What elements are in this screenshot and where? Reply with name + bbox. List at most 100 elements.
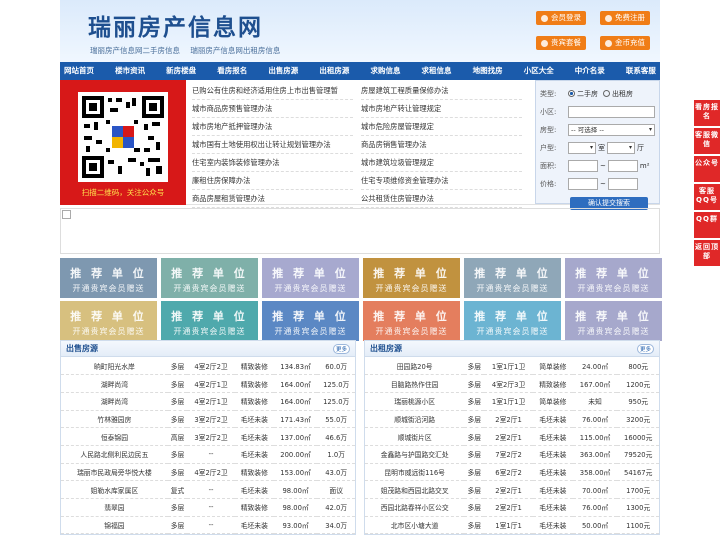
table-row[interactable]: 翡翠园 多层 -- 精致装修 98.00㎡ 42.0万: [61, 498, 355, 517]
site-logo[interactable]: 瑞丽房产信息网: [88, 8, 263, 42]
table-row[interactable]: 恒泰锦园 高层 3室2厅2卫 毛坯未装 137.00㎡ 46.6万: [61, 427, 355, 446]
recommended-unit-ad[interactable]: 推 荐 单 位开通贵宾会员赠送: [363, 258, 460, 298]
recommended-unit-ad[interactable]: 推 荐 单 位开通贵宾会员赠送: [60, 301, 157, 341]
recommended-unit-ad[interactable]: 推 荐 单 位开通贵宾会员赠送: [464, 301, 561, 341]
price-min-input[interactable]: [568, 178, 598, 190]
recommended-unit-ad[interactable]: 推 荐 单 位开通贵宾会员赠送: [363, 301, 460, 341]
table-cell[interactable]: 姐勒水库家属区: [61, 480, 168, 499]
recommended-unit-ad[interactable]: 推 荐 单 位开通贵宾会员赠送: [565, 301, 662, 341]
table-cell[interactable]: 北市区小塘大道: [365, 516, 465, 535]
policy-link[interactable]: 住宅专项维修资金管理办法: [361, 172, 522, 190]
policy-link[interactable]: 公共租赁住房管理办法: [361, 190, 522, 208]
policy-link[interactable]: 已购公有住房和经济适用住房上市出售管理暂: [192, 82, 353, 100]
policy-link[interactable]: 廉租住房保障办法: [192, 172, 353, 190]
table-cell[interactable]: 田园路20号: [365, 357, 465, 376]
side-qq-service[interactable]: 客服QQ号: [694, 184, 720, 210]
table-row[interactable]: 田园路20号 多层 1室1厅1卫 简单装修 24.00㎡ 800元: [365, 357, 659, 376]
nav-new-homes[interactable]: 新房楼盘: [166, 62, 196, 80]
policy-link[interactable]: 商品房销售管理办法: [361, 136, 522, 154]
table-cell[interactable]: 昆明市威远街116号: [365, 463, 465, 482]
banner-image[interactable]: [60, 208, 660, 254]
sale-more-link[interactable]: 更多: [332, 343, 350, 354]
nav-map[interactable]: 地图找房: [473, 62, 503, 80]
table-cell[interactable]: 西园北路春祥小区公交: [365, 498, 465, 517]
table-row[interactable]: 湖畔尚湾 多层 4室2厅1卫 精致装修 164.00㎡ 125.0万: [61, 392, 355, 411]
nav-contact[interactable]: 联系客服: [626, 62, 656, 80]
nav-home[interactable]: 网站首页: [64, 62, 94, 80]
policy-link[interactable]: 城市建筑垃圾管理规定: [361, 154, 522, 172]
rent-more-link[interactable]: 更多: [636, 343, 654, 354]
vip-package-button[interactable]: 贵宾套餐: [536, 36, 586, 50]
recommended-unit-ad[interactable]: 推 荐 单 位开通贵宾会员赠送: [464, 258, 561, 298]
community-input[interactable]: [568, 106, 655, 118]
table-cell[interactable]: 人民路北侧利民边民五: [61, 445, 168, 464]
table-row[interactable]: 顺城街片区 多层 2室2厅1 毛坯未装 115.00㎡ 16000元: [365, 427, 659, 446]
policy-link[interactable]: 城市商品房预售管理办法: [192, 100, 353, 118]
nav-viewing-signup[interactable]: 看房报名: [217, 62, 247, 80]
table-row[interactable]: 湖畔尚湾 多层 4室2厅1卫 精致装修 164.00㎡ 125.0万: [61, 374, 355, 393]
table-cell[interactable]: 顺城街片区: [365, 427, 465, 446]
table-cell[interactable]: 目脑路热作住园: [365, 374, 465, 393]
nav-communities[interactable]: 小区大全: [524, 62, 554, 80]
recommended-unit-ad[interactable]: 推 荐 单 位开通贵宾会员赠送: [60, 258, 157, 298]
table-cell[interactable]: 姐茂路和西园北路交叉: [365, 480, 465, 499]
policy-link[interactable]: 城市危险房屋管理规定: [361, 118, 522, 136]
table-row[interactable]: 姐勒水库家属区 复式 -- 毛坯未装 98.00㎡ 面议: [61, 480, 355, 499]
table-row[interactable]: 姐茂路和西园北路交叉 多层 2室2厅1 毛坯未装 70.00㎡ 1700元: [365, 480, 659, 499]
table-row[interactable]: 金鑫路与护国路交汇处 多层 7室2厅2 毛坯未装 363.00㎡ 79520元: [365, 445, 659, 464]
nav-agents[interactable]: 中介名录: [575, 62, 605, 80]
side-official-account[interactable]: 公众号: [694, 156, 720, 182]
room-select[interactable]: [568, 142, 596, 154]
price-max-input[interactable]: [607, 178, 638, 190]
table-row[interactable]: 顺城街沿河路 多层 2室2厅1 毛坯未装 76.00㎡ 3200元: [365, 410, 659, 429]
table-cell[interactable]: 金鑫路与护国路交汇处: [365, 445, 465, 464]
radio-second-hand[interactable]: 二手房: [568, 89, 598, 99]
table-row[interactable]: 瑞丽桃源小区 多层 1室1厅1卫 简单装修 未知 950元: [365, 392, 659, 411]
table-cell[interactable]: 顺城街沿河路: [365, 410, 465, 429]
recommended-unit-ad[interactable]: 推 荐 单 位开通贵宾会员赠送: [161, 301, 258, 341]
table-cell[interactable]: 瑞丽桃源小区: [365, 392, 465, 411]
table-row[interactable]: 瑞丽市民政局旁华悦大楼 多层 4室2厅2卫 精致装修 153.00㎡ 43.0万: [61, 463, 355, 482]
table-row[interactable]: 北市区小塘大道 多层 1室1厅1 毛坯未装 50.00㎡ 1100元: [365, 516, 659, 535]
side-qq-group[interactable]: QQ群: [694, 212, 720, 238]
house-type-select[interactable]: -- 可选择 --: [568, 124, 655, 136]
policy-link[interactable]: 住宅室内装饰装修管理办法: [192, 154, 353, 172]
recommended-unit-ad[interactable]: 推 荐 单 位开通贵宾会员赠送: [262, 301, 359, 341]
hall-select[interactable]: [607, 142, 635, 154]
register-button[interactable]: 免费注册: [600, 11, 650, 25]
table-cell[interactable]: 翡翠园: [61, 498, 168, 517]
table-row[interactable]: 目脑路热作住园 多层 4室2厅3卫 精致装修 167.00㎡ 1200元: [365, 374, 659, 393]
nav-news[interactable]: 楼市资讯: [115, 62, 145, 80]
recommended-unit-ad[interactable]: 推 荐 单 位开通贵宾会员赠送: [565, 258, 662, 298]
table-row[interactable]: 竹林雅园房 多层 3室2厅2卫 毛坯未装 171.43㎡ 55.0万: [61, 410, 355, 429]
policy-link[interactable]: 商品房屋租赁管理办法: [192, 190, 353, 208]
table-cell[interactable]: 锦福园: [61, 516, 168, 535]
policy-link[interactable]: 房屋建筑工程质量保修办法: [361, 82, 522, 100]
table-row[interactable]: 西园北路春祥小区公交 多层 2室2厅1 毛坯未装 76.00㎡ 1300元: [365, 498, 659, 517]
side-wechat-service[interactable]: 客服微信: [694, 128, 720, 154]
recharge-button[interactable]: 金币充值: [600, 36, 650, 50]
nav-wanted-rent[interactable]: 求租信息: [422, 62, 452, 80]
table-cell[interactable]: 恒泰锦园: [61, 427, 168, 446]
policy-link[interactable]: 城市房地产转让管理规定: [361, 100, 522, 118]
policy-link[interactable]: 城市房地产抵押管理办法: [192, 118, 353, 136]
nav-wanted-buy[interactable]: 求购信息: [370, 62, 400, 80]
table-cell[interactable]: 瑞丽市民政局旁华悦大楼: [61, 463, 168, 482]
nav-for-rent[interactable]: 出租房源: [319, 62, 349, 80]
table-row[interactable]: 昆明市威远街116号 多层 6室2厅2 毛坯未装 358.00㎡ 54167元: [365, 463, 659, 482]
side-viewing-signup[interactable]: 看房报名: [694, 100, 720, 126]
recommended-unit-ad[interactable]: 推 荐 单 位开通贵宾会员赠送: [161, 258, 258, 298]
table-cell[interactable]: 湖畔尚湾: [61, 392, 168, 411]
table-cell[interactable]: 晌町阳光水岸: [61, 357, 168, 376]
radio-rental[interactable]: 出租房: [603, 89, 633, 99]
nav-for-sale[interactable]: 出售房源: [268, 62, 298, 80]
table-row[interactable]: 晌町阳光水岸 多层 4室2厅2卫 精致装修 134.83㎡ 60.0万: [61, 357, 355, 376]
recommended-unit-ad[interactable]: 推 荐 单 位开通贵宾会员赠送: [262, 258, 359, 298]
table-row[interactable]: 锦福园 多层 -- 毛坯未装 93.00㎡ 34.0万: [61, 516, 355, 535]
table-cell[interactable]: 湖畔尚湾: [61, 374, 168, 393]
area-max-input[interactable]: [607, 160, 638, 172]
policy-link[interactable]: 城市国有土地使用权出让转让规划管理办法: [192, 136, 353, 154]
area-min-input[interactable]: [568, 160, 598, 172]
table-cell[interactable]: 竹林雅园房: [61, 410, 168, 429]
table-row[interactable]: 人民路北侧利民边民五 多层 -- 毛坯未装 200.00㎡ 1.0万: [61, 445, 355, 464]
